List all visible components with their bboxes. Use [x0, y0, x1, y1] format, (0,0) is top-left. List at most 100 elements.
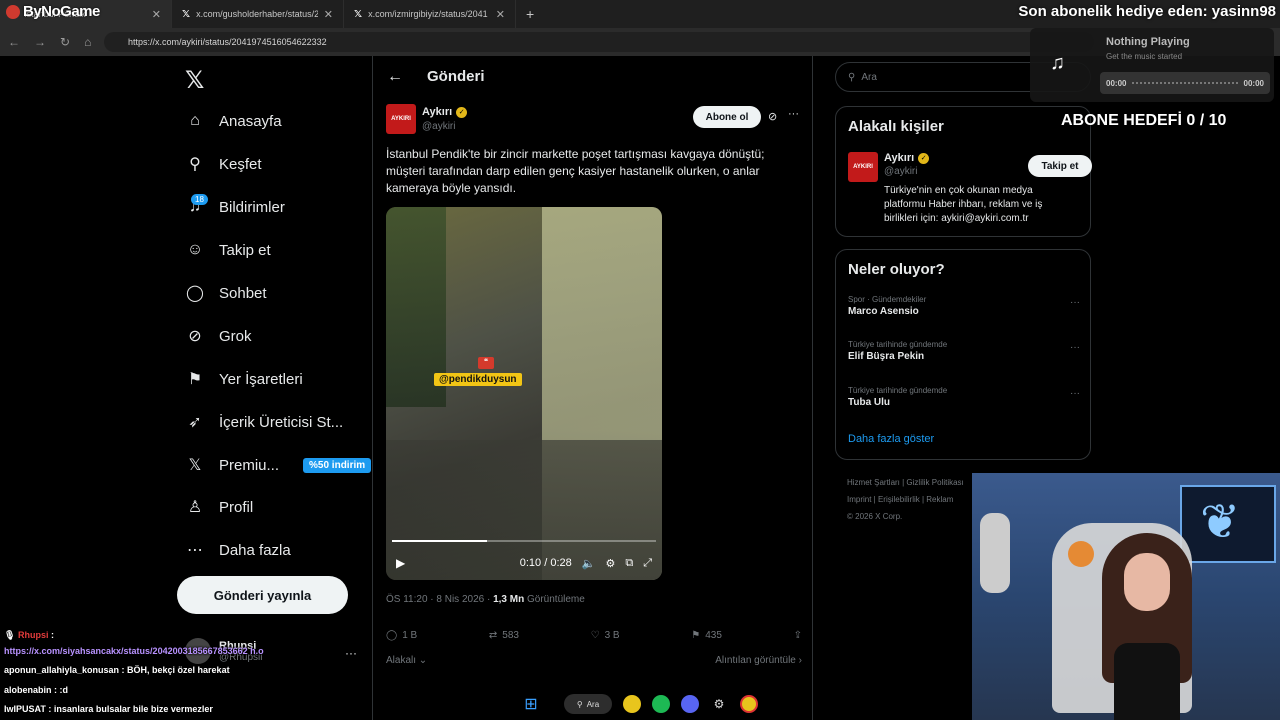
author-name-text: Aykırı: [422, 106, 453, 118]
chat-message: 🎙 Rhupsi :: [4, 630, 54, 640]
share-action[interactable]: ⇪: [794, 630, 802, 641]
related-label: Alakalı: [386, 655, 417, 666]
video-progress-fill: [392, 540, 488, 542]
sidebar-item-bookmarks[interactable]: ⚑ Yer İşaretleri: [185, 369, 303, 389]
sidebar-item-label: Yer İşaretleri: [219, 370, 303, 388]
webcam-overlay: ❦: [972, 473, 1280, 720]
tab-2-title: x.com/gusholderhaber/status/2: [196, 9, 318, 19]
sidebar-item-explore[interactable]: ⚲ Keşfet: [185, 154, 261, 174]
chrome-active-icon[interactable]: [740, 695, 758, 713]
person-name: Aykırı ✓: [884, 152, 930, 164]
chat-user: aponun_allahiyla_konusan: [4, 665, 120, 675]
sub-gift-banner: Son abonelik hediye eden: yasinn98: [1018, 3, 1276, 20]
trend-more-icon[interactable]: ···: [1070, 388, 1080, 399]
sidebar-item-chat[interactable]: ◯ Sohbet: [185, 283, 267, 303]
follow-button[interactable]: Takip et: [1028, 155, 1092, 177]
sidebar-item-label: Anasayfa: [219, 112, 282, 130]
related-dropdown[interactable]: Alakalı ⌄: [386, 655, 427, 666]
sidebar-item-follow[interactable]: ☺ Takip et: [185, 240, 271, 260]
view-count: 1,3 Mn: [493, 594, 525, 605]
repost-icon: ⇄: [488, 630, 498, 641]
video-controls: ▶ 0:10 / 0:28 🔈 ⚙ ⧉ ⤢: [386, 550, 662, 576]
reload-icon[interactable]: ↻: [60, 35, 70, 49]
sidebar-item-profile[interactable]: ♙ Profil: [185, 497, 253, 517]
home-icon: ⌂: [190, 112, 200, 129]
streamer-face: [1124, 553, 1170, 611]
trend-item[interactable]: Spor · Gündemdekiler Marco Asensio ···: [848, 295, 1080, 317]
notification-badge: 18: [191, 194, 208, 205]
show-more-link[interactable]: Daha fazla göster: [848, 433, 934, 445]
author-handle[interactable]: @aykiri: [422, 121, 456, 132]
author-name[interactable]: Aykırı ✓: [422, 106, 468, 118]
settings-icon[interactable]: ⚙: [605, 557, 615, 570]
steam-icon[interactable]: ⚙: [710, 695, 728, 713]
stream-logo-text: ByNoGame: [23, 3, 100, 20]
view-quotes-link[interactable]: Alıntılan görüntüle ›: [715, 655, 802, 666]
now-playing-progress: 00:00 00:00: [1100, 72, 1270, 94]
waveform: [1132, 81, 1238, 85]
trend-item[interactable]: Türkiye tarihinde gündemde Tuba Ulu ···: [848, 386, 1080, 408]
windows-start-icon[interactable]: ⊞: [522, 695, 540, 713]
new-tab-button[interactable]: +: [516, 6, 534, 22]
bookmark-action[interactable]: ⚑ 435: [691, 630, 722, 641]
tab-3[interactable]: 𝕏 x.com/izmirgibiyiz/status/2041 ✕: [344, 0, 516, 28]
sidebar-item-home[interactable]: ⌂ Anasayfa: [185, 111, 282, 131]
spotify-icon[interactable]: [652, 695, 670, 713]
discord-icon[interactable]: [681, 695, 699, 713]
chat-bubble-icon: ◯: [186, 285, 204, 302]
sidebar-item-label: Profil: [219, 498, 254, 516]
grok-icon[interactable]: ⊘: [768, 110, 777, 123]
popout-icon[interactable]: ⧉: [625, 557, 633, 570]
trend-more-icon[interactable]: ···: [1070, 342, 1080, 353]
sidebar-item-label: Grok: [219, 327, 252, 345]
trend-more-icon[interactable]: ···: [1070, 297, 1080, 308]
reply-action[interactable]: ◯ 1 B: [386, 630, 417, 641]
post-button[interactable]: Gönderi yayınla: [177, 576, 348, 614]
time-end: 00:00: [1243, 78, 1264, 88]
url-field[interactable]: https://x.com/aykiri/status/204197451605…: [104, 32, 1094, 52]
trend-name: Elif Büşra Pekin: [848, 351, 925, 362]
author-avatar[interactable]: AYKIRI: [386, 104, 416, 134]
music-note-icon: ♫: [1050, 52, 1065, 74]
x-logo-icon[interactable]: 𝕏: [185, 66, 204, 95]
premium-discount-tag: %50 indirim: [303, 457, 372, 473]
person-bio: Türkiye'nin en çok okunan medya platform…: [884, 185, 1043, 224]
play-icon[interactable]: ▶: [396, 556, 405, 570]
tab-close-icon[interactable]: ✕: [324, 8, 333, 21]
chevron-down-icon: ⌄: [418, 655, 428, 666]
repost-action[interactable]: ⇄ 583: [489, 630, 519, 641]
subscribe-button[interactable]: Abone ol: [693, 106, 761, 128]
sidebar-item-more[interactable]: ⋯ Daha fazla: [185, 540, 291, 560]
back-icon[interactable]: ←: [8, 35, 20, 49]
sidebar-item-grok[interactable]: ⊘ Grok: [185, 326, 252, 346]
account-more-icon[interactable]: ···: [345, 646, 357, 660]
chat-message: aponun_allahiyla_konusan : BÖH, bekçi öz…: [4, 665, 230, 675]
tab-close-icon[interactable]: ✕: [496, 8, 505, 21]
verified-badge-icon: ✓: [456, 106, 468, 118]
reply-icon: ◯: [386, 630, 398, 641]
tab-2[interactable]: 𝕏 x.com/gusholderhaber/status/2 ✕: [172, 0, 344, 28]
like-count: 3 B: [604, 630, 620, 641]
trend-item[interactable]: Türkiye tarihinde gündemde Elif Büşra Pe…: [848, 340, 1080, 362]
chrome-icon[interactable]: [623, 695, 641, 713]
plush-toy: [1068, 541, 1094, 567]
more-icon[interactable]: ···: [788, 108, 799, 120]
post-video[interactable]: ❝ @pendikduysun ▶ 0:10 / 0:28 🔈 ⚙ ⧉ ⤢: [386, 207, 662, 580]
sidebar-item-label: İçerik Üreticisi St...: [219, 413, 344, 431]
video-time: 0:10 / 0:28: [519, 557, 572, 569]
home-icon[interactable]: ⌂: [84, 35, 91, 49]
tab-close-icon[interactable]: ✕: [152, 8, 161, 21]
post-text: İstanbul Pendik'te bir zincir markette p…: [386, 147, 765, 195]
volume-icon[interactable]: 🔈: [582, 557, 596, 570]
heart-icon: ♡: [590, 630, 600, 641]
sidebar-item-creator-studio[interactable]: ➶ İçerik Üreticisi St...: [185, 412, 343, 432]
forward-icon[interactable]: →: [34, 35, 46, 49]
sidebar-item-premium[interactable]: 𝕏 Premiu... %50 indirim: [185, 455, 372, 475]
grok-icon: ⊘: [188, 328, 202, 345]
fullscreen-icon[interactable]: ⤢: [643, 557, 652, 570]
like-action[interactable]: ♡ 3 B: [591, 630, 620, 641]
back-arrow-icon[interactable]: ←: [387, 68, 403, 86]
sidebar-item-label: Takip et: [219, 241, 271, 259]
video-progress-bar[interactable]: [392, 540, 656, 542]
taskbar-search[interactable]: ⚲ Ara: [564, 694, 612, 714]
